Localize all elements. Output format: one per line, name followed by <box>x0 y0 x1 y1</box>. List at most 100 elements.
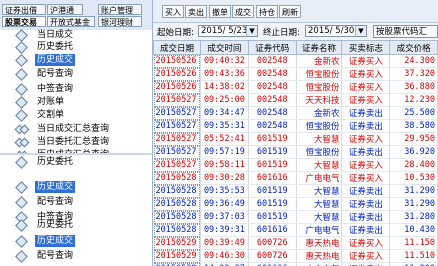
tab-account-management[interactable]: 账户管理 <box>98 4 142 15</box>
tree-item-history-orders[interactable]: 历史委托 <box>0 41 150 53</box>
tree-item-history-orders-3[interactable]: 历史委托 <box>0 219 150 231</box>
table-row[interactable]: 20150526 14:38:02 002548 恒宝股份 证券买入 36.880 <box>153 80 438 94</box>
tab-stock-connect[interactable]: 沪港通 <box>47 4 83 15</box>
tree-item-label: 交割单 <box>37 110 65 120</box>
tree-item-allotment-query-3[interactable]: 配号查询 <box>0 250 150 262</box>
end-date-picker[interactable]: 2015/ 5/30 ▼ <box>305 25 367 37</box>
tab-securities-lending[interactable]: 证券出借 <box>2 4 46 15</box>
start-date-value: 2015/ 5/23 <box>201 26 248 36</box>
cell-date: 20150528 <box>153 210 201 224</box>
refresh-button[interactable]: 刷新 <box>279 5 301 18</box>
column-header[interactable]: 成交时间 <box>199 40 249 55</box>
table-row[interactable]: 20150527 09:34:47 002548 金新农 证券卖出 25.500 <box>153 106 438 120</box>
diamond-icon <box>15 182 27 192</box>
tab-galaxy-wealth[interactable]: 银河理财 <box>98 16 142 27</box>
tree-item-history-trades-2[interactable]: 历史成交 <box>0 181 150 193</box>
cell-price: 29.950 <box>389 132 438 146</box>
tree-item-history-trades[interactable]: 历史成交 <box>0 54 150 66</box>
cell-name: 恒宝股份 <box>296 67 343 81</box>
cell-price: 38.580 <box>389 119 438 133</box>
cell-name: 大智慧 <box>296 158 343 172</box>
table-row[interactable]: 20150528 09:30:28 601616 广电电气 证券买入 10.530 <box>153 171 438 185</box>
positions-button[interactable]: 持仓 <box>256 5 278 18</box>
cell-name: 大智慧 <box>296 184 343 198</box>
cell-code: 601616 <box>248 171 297 185</box>
cell-flag: 证券卖出 <box>341 223 391 237</box>
cell-time: 09:40:32 <box>200 54 249 68</box>
cell-name: 金新农 <box>296 54 343 68</box>
tree-item-allotment-query-2[interactable]: 配号查询 <box>0 196 150 208</box>
cell-name: 惠天热电 <box>296 236 343 250</box>
table-row[interactable]: 2015052914:02:27601616广电电气证券卖出11.200 <box>153 262 438 266</box>
cell-price: 25.500 <box>389 106 438 120</box>
tree-item-history-trades-3[interactable]: 历史成交 <box>0 235 150 247</box>
chevron-down-icon[interactable]: ▼ <box>355 26 366 36</box>
cell-code: 601519 <box>248 145 297 159</box>
cell-name: 恒宝股份 <box>296 80 343 94</box>
table-row[interactable]: 20150529 09:39:49 600726 惠天热电 证券买入 11.150 <box>153 236 438 250</box>
table-row[interactable]: 20150527 05:52:41 601519 大智慧 证券买入 29.950 <box>153 132 438 146</box>
tree-item-today-order-summary[interactable]: 当日委托汇总查询 <box>0 136 150 148</box>
column-header[interactable]: 成交价格 <box>389 40 438 55</box>
cancel-order-button[interactable]: 撤单 <box>209 5 231 18</box>
cell-price: 11.510 <box>389 249 438 263</box>
table-row[interactable]: 20150529 09:46:30 600726 惠天热电 证券买入 11.510 <box>153 249 438 263</box>
cell-flag: 证券买入 <box>341 171 391 185</box>
chevron-down-icon[interactable]: ▼ <box>246 26 257 36</box>
category-tab-bar: 证券出借 沪港通 账户管理 股票交易 开放式基金 银河理财 <box>0 0 152 30</box>
cell-name: 恒宝股份 <box>296 145 343 159</box>
cell-time: 09:46:30 <box>200 249 249 263</box>
cell-date: 20150529 <box>153 236 201 250</box>
table-row[interactable]: 20150528 09:36:49 601519 大智慧 证券卖出 31.290 <box>153 197 438 211</box>
tree-item-statement[interactable]: 对账单 <box>0 96 150 108</box>
tree-item-today-trade-summary[interactable]: 当日成交汇总查询 <box>0 123 150 135</box>
cell-flag: 证券卖出 <box>341 197 391 211</box>
table-row[interactable]: 20150527 09:58:11 601519 大智慧 证券买入 28.400 <box>153 158 438 172</box>
cell-time: 09:37:03 <box>200 210 249 224</box>
table-row[interactable]: 20150528 09:39:31 601616 广电电气 证券卖出 10.430 <box>153 223 438 237</box>
table-row[interactable]: 20150526 09:40:32 002548 金新农 证券买入 24.300 <box>153 54 438 68</box>
table-row[interactable]: 20150527 09:25:00 002548 天天科技 证券买入 12.230 <box>153 93 438 107</box>
tree-item-today-trades[interactable]: 当日成交 <box>0 29 150 41</box>
diamond-icon <box>15 220 27 230</box>
tab-open-end-fund[interactable]: 开放式基金 <box>47 16 95 27</box>
tree-item-delivery-slip[interactable]: 交割单 <box>0 109 150 121</box>
tree-item-lottery-query[interactable]: 中签查询 <box>0 83 150 95</box>
table-row[interactable]: 20150528 09:35:53 601519 大智慧 证券卖出 31.290 <box>153 184 438 198</box>
tree-item-history-orders-2[interactable]: 历史委托 <box>0 156 150 168</box>
cell-price: 10.430 <box>389 223 438 237</box>
sell-button[interactable]: 卖出 <box>185 5 207 18</box>
tree-item-label: 当日成交 <box>37 30 74 40</box>
tree-item-label: 历史成交 <box>35 54 76 66</box>
table-row[interactable]: 20150527 09:35:31 002548 恒宝股份 证券卖出 38.580 <box>153 119 438 133</box>
column-header[interactable]: 证券代码 <box>247 40 297 55</box>
start-date-picker[interactable]: 2015/ 5/23 ▼ <box>198 25 258 37</box>
summary-by-code-button[interactable]: 按股票代码汇 <box>373 25 438 38</box>
cell-name: 恒宝股份 <box>296 119 343 133</box>
table-row[interactable]: 20150527 09:57:19 601519 恒宝股份 证券卖出 36.920 <box>153 145 438 159</box>
tab-stock-trading[interactable]: 股票交易 <box>2 16 46 27</box>
trades-button[interactable]: 成交 <box>232 5 254 18</box>
buy-button[interactable]: 买入 <box>162 5 184 18</box>
cell-price: 31.290 <box>389 197 438 211</box>
column-header[interactable]: 证券名称 <box>295 40 343 55</box>
cell-time: 09:39:31 <box>200 223 249 237</box>
cell-flag: 证券买入 <box>341 54 391 68</box>
column-header[interactable]: 买卖标志 <box>341 40 391 55</box>
table-row[interactable]: 20150528 09:37:03 601519 大智慧 证券卖出 31.280 <box>153 210 438 224</box>
cell-name: 大智慧 <box>296 210 343 224</box>
cell-time: 09:34:47 <box>200 106 249 120</box>
navigation-pane: 证券出借 沪港通 账户管理 股票交易 开放式基金 银河理财 当日成交 历史委托 … <box>0 0 153 266</box>
table-row[interactable]: 20150526 09:43:36 002548 恒宝股份 证券买入 37.320 <box>153 67 438 81</box>
cell-price: 31.290 <box>389 184 438 198</box>
tree-item-allotment-query[interactable]: 配号查询 <box>0 68 150 80</box>
cell-date: 20150527 <box>153 132 201 146</box>
trade-history-table[interactable]: 成交日期 成交时间 证券代码 证券名称 买卖标志 成交价格 20150526 09… <box>153 40 438 266</box>
tree-item-label: 当日委托汇总查询 <box>37 137 110 147</box>
cell-time: 05:52:41 <box>200 132 249 146</box>
cell-flag: 证券买入 <box>341 93 391 107</box>
column-header[interactable]: 成交日期 <box>153 40 201 55</box>
cell-name: 广电电气 <box>296 223 343 237</box>
cell-price: 11.150 <box>389 236 438 250</box>
tree-item-label: 对账单 <box>37 97 65 107</box>
